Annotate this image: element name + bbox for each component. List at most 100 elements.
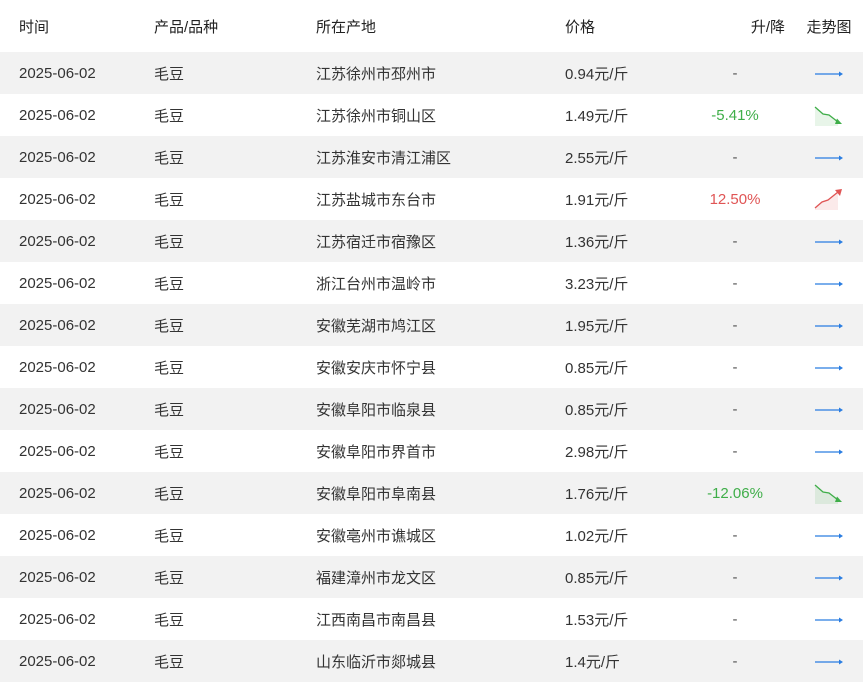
header-price: 价格 — [565, 18, 596, 36]
row-date: 2025-06-02 — [19, 316, 96, 334]
trend-flat-icon — [815, 365, 843, 371]
trend-flat-icon — [815, 71, 843, 77]
price-table: 时间 产品/品种 所在产地 价格 升/降 走势图 2025-06-02 毛豆 江苏徐… — [0, 0, 863, 682]
row-date: 2025-06-02 — [19, 610, 96, 628]
row-product: 毛豆 — [154, 443, 185, 461]
row-price: 0.85元/斤 — [565, 401, 629, 419]
row-date: 2025-06-02 — [19, 274, 96, 292]
table-row[interactable]: 2025-06-02 毛豆 福建漳州市龙文区 0.85元/斤 - — [0, 556, 863, 598]
trend-chart-cell[interactable] — [795, 313, 863, 337]
table-row[interactable]: 2025-06-02 毛豆 安徽安庆市怀宁县 0.85元/斤 - — [0, 346, 863, 388]
table-row[interactable]: 2025-06-02 毛豆 安徽阜阳市界首市 2.98元/斤 - — [0, 430, 863, 472]
row-price: 2.55元/斤 — [565, 149, 629, 167]
row-change: - — [732, 526, 738, 544]
table-row[interactable]: 2025-06-02 毛豆 安徽阜阳市临泉县 0.85元/斤 - — [0, 388, 863, 430]
row-product: 毛豆 — [154, 65, 185, 83]
trend-chart-cell[interactable] — [795, 607, 863, 631]
row-product: 毛豆 — [154, 401, 185, 419]
row-location[interactable]: 山东临沂市郯城县 — [316, 651, 565, 672]
table-row[interactable]: 2025-06-02 毛豆 山东临沂市郯城县 1.4元/斤 - — [0, 640, 863, 682]
trend-chart-cell[interactable] — [795, 397, 863, 421]
row-location[interactable]: 浙江台州市温岭市 — [316, 273, 565, 294]
row-change: - — [732, 148, 738, 166]
trend-chart-cell[interactable] — [795, 103, 863, 127]
row-price: 0.85元/斤 — [565, 359, 629, 377]
trend-flat-icon — [815, 239, 843, 245]
table-row[interactable]: 2025-06-02 毛豆 安徽亳州市谯城区 1.02元/斤 - — [0, 514, 863, 556]
row-change: -12.06% — [707, 484, 763, 502]
table-body: 2025-06-02 毛豆 江苏徐州市邳州市 0.94元/斤 - 2025-06-02 毛豆… — [0, 52, 863, 682]
row-product: 毛豆 — [154, 191, 185, 209]
table-row[interactable]: 2025-06-02 毛豆 浙江台州市温岭市 3.23元/斤 - — [0, 262, 863, 304]
row-change: - — [732, 64, 738, 82]
row-price: 1.76元/斤 — [565, 485, 629, 503]
trend-chart-cell[interactable] — [795, 565, 863, 589]
trend-down-icon — [814, 106, 842, 126]
row-product: 毛豆 — [154, 569, 185, 587]
row-change: - — [732, 652, 738, 670]
row-location[interactable]: 江西南昌市南昌县 — [316, 609, 565, 630]
table-row[interactable]: 2025-06-02 毛豆 江苏淮安市清江浦区 2.55元/斤 - — [0, 136, 863, 178]
row-product: 毛豆 — [154, 275, 185, 293]
row-date: 2025-06-02 — [19, 526, 96, 544]
row-product: 毛豆 — [154, 233, 185, 251]
trend-chart-cell[interactable] — [795, 271, 863, 295]
row-date: 2025-06-02 — [19, 442, 96, 460]
row-location[interactable]: 安徽亳州市谯城区 — [316, 525, 565, 546]
trend-chart-cell[interactable] — [795, 61, 863, 85]
row-location[interactable]: 安徽阜阳市临泉县 — [316, 399, 565, 420]
row-location[interactable]: 江苏徐州市邳州市 — [316, 63, 565, 84]
trend-chart-cell[interactable] — [795, 355, 863, 379]
row-date: 2025-06-02 — [19, 232, 96, 250]
table-row[interactable]: 2025-06-02 毛豆 安徽芜湖市鸠江区 1.95元/斤 - — [0, 304, 863, 346]
trend-flat-icon — [815, 575, 843, 581]
row-location[interactable]: 江苏淮安市清江浦区 — [316, 147, 565, 168]
trend-chart-cell[interactable] — [795, 145, 863, 169]
trend-flat-icon — [815, 281, 843, 287]
row-price: 1.4元/斤 — [565, 653, 621, 671]
row-location[interactable]: 江苏盐城市东台市 — [316, 189, 565, 210]
trend-chart-cell[interactable] — [795, 523, 863, 547]
trend-chart-cell[interactable] — [795, 229, 863, 253]
row-change: - — [732, 568, 738, 586]
trend-chart-cell[interactable] — [795, 187, 863, 211]
row-product: 毛豆 — [154, 107, 185, 125]
trend-flat-icon — [815, 155, 843, 161]
row-location[interactable]: 安徽芜湖市鸠江区 — [316, 315, 565, 336]
row-location[interactable]: 安徽阜阳市阜南县 — [316, 483, 565, 504]
table-row[interactable]: 2025-06-02 毛豆 江苏盐城市东台市 1.91元/斤 12.50% — [0, 178, 863, 220]
trend-chart-cell[interactable] — [795, 439, 863, 463]
row-location[interactable]: 江苏徐州市铜山区 — [316, 105, 565, 126]
table-row[interactable]: 2025-06-02 毛豆 江苏徐州市铜山区 1.49元/斤 -5.41% — [0, 94, 863, 136]
table-row[interactable]: 2025-06-02 毛豆 江西南昌市南昌县 1.53元/斤 - — [0, 598, 863, 640]
row-price: 1.53元/斤 — [565, 611, 629, 629]
row-date: 2025-06-02 — [19, 64, 96, 82]
row-product: 毛豆 — [154, 611, 185, 629]
row-date: 2025-06-02 — [19, 652, 96, 670]
row-change: - — [732, 610, 738, 628]
row-location[interactable]: 江苏宿迁市宿豫区 — [316, 231, 565, 252]
trend-flat-icon — [815, 323, 843, 329]
row-price: 1.91元/斤 — [565, 191, 629, 209]
trend-down-icon — [814, 484, 842, 504]
row-change: -5.41% — [711, 106, 759, 124]
row-price: 3.23元/斤 — [565, 275, 629, 293]
row-price: 1.49元/斤 — [565, 107, 629, 125]
row-change: - — [732, 442, 738, 460]
row-product: 毛豆 — [154, 359, 185, 377]
trend-up-icon — [814, 189, 842, 210]
row-location[interactable]: 安徽阜阳市界首市 — [316, 441, 565, 462]
trend-chart-cell[interactable] — [795, 481, 863, 505]
table-row[interactable]: 2025-06-02 毛豆 江苏宿迁市宿豫区 1.36元/斤 - — [0, 220, 863, 262]
table-row[interactable]: 2025-06-02 毛豆 安徽阜阳市阜南县 1.76元/斤 -12.06% — [0, 472, 863, 514]
row-price: 2.98元/斤 — [565, 443, 629, 461]
trend-chart-cell[interactable] — [795, 649, 863, 673]
row-change: - — [732, 358, 738, 376]
row-location[interactable]: 安徽安庆市怀宁县 — [316, 357, 565, 378]
trend-flat-icon — [815, 659, 843, 665]
row-date: 2025-06-02 — [19, 568, 96, 586]
table-row[interactable]: 2025-06-02 毛豆 江苏徐州市邳州市 0.94元/斤 - — [0, 52, 863, 94]
row-location[interactable]: 福建漳州市龙文区 — [316, 567, 565, 588]
row-date: 2025-06-02 — [19, 148, 96, 166]
row-change: - — [732, 274, 738, 292]
